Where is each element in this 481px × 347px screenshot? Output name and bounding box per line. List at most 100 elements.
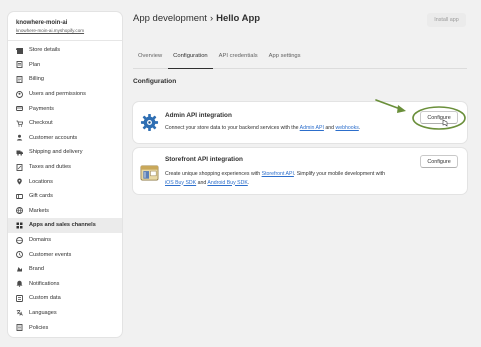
sidebar-item-gift-cards[interactable]: Gift cards: [8, 189, 122, 204]
tab-configuration[interactable]: Configuration: [168, 47, 213, 69]
admin-api-description: Connect your store data to your backend …: [165, 124, 360, 133]
admin-desc-and: and: [323, 125, 336, 131]
storefront-api-card: Storefront API integration Create unique…: [133, 148, 467, 194]
sidebar-item-label: Taxes and duties: [29, 164, 71, 171]
sidebar-item-label: Store details: [29, 47, 61, 54]
sidebar-item-label: Languages: [29, 309, 57, 316]
sidebar-item-label: Brand: [29, 266, 44, 273]
customer-events-icon: [16, 251, 23, 259]
sidebar-item-custom-data[interactable]: Custom data: [8, 291, 122, 306]
sidebar-item-label: Policies: [29, 324, 49, 331]
store-icon: [16, 47, 23, 54]
sidebar-item-apps-and-sales-channels[interactable]: Apps and sales channels: [8, 218, 122, 233]
sidebar-item-taxes-and-duties[interactable]: Taxes and duties: [8, 160, 122, 175]
taxes-icon: [16, 163, 23, 171]
tab-api-credentials[interactable]: API credentials: [214, 47, 263, 69]
sidebar-item-label: Shipping and delivery: [29, 149, 83, 156]
payments-icon: [16, 105, 23, 112]
sidebar-item-label: Gift cards: [29, 193, 53, 200]
android-buy-sdk-link[interactable]: Android Buy SDK: [207, 180, 247, 186]
storefront-desc-text-2: . Simplify your mobile development with: [293, 171, 386, 177]
sidebar-item-label: Locations: [29, 178, 53, 185]
sidebar-item-checkout[interactable]: Checkout: [8, 116, 122, 131]
storefront-desc-period: .: [247, 179, 250, 186]
admin-api-link[interactable]: Admin API: [300, 125, 324, 131]
globe-icon: [16, 207, 23, 215]
page-header: App development › Hello App: [133, 13, 260, 24]
sidebar-item-domains[interactable]: Domains: [8, 233, 122, 248]
storefront-desc-text: Create unique shopping experiences with: [165, 171, 262, 177]
shipping-icon: [16, 149, 23, 156]
sidebar-item-label: Markets: [29, 207, 49, 214]
sidebar-item-plan[interactable]: Plan: [8, 58, 122, 73]
storefront-desc-line-1: Create unique shopping experiences with …: [165, 170, 385, 179]
sidebar-item-label: Plan: [29, 61, 41, 68]
breadcrumb[interactable]: App development: [133, 13, 207, 24]
sidebar-item-label: Custom data: [29, 295, 61, 302]
sidebar-item-label: Domains: [29, 237, 52, 244]
settings-nav: Store details Plan Billing Users and permis…: [8, 41, 122, 335]
sidebar-item-label: Payments: [29, 105, 54, 112]
checkout-icon: [16, 120, 23, 127]
billing-icon: [16, 76, 23, 83]
storefront-api-description: Create unique shopping experiences with …: [165, 170, 385, 187]
ios-buy-sdk-link[interactable]: iOS Buy SDK: [165, 180, 196, 186]
sidebar-item-languages[interactable]: Languages: [8, 306, 122, 321]
store-url[interactable]: knowhere-moin-ai.myshopify.com: [16, 27, 114, 34]
policies-icon: [16, 324, 23, 332]
brand-icon: [16, 266, 23, 273]
sidebar-item-label: Notifications: [29, 280, 60, 287]
admin-desc-text: Connect your store data to your backend …: [165, 125, 300, 131]
tab-overview[interactable]: Overview: [133, 47, 167, 69]
storefront-desc-line-2: iOS Buy SDK and Android Buy SDK.: [165, 179, 385, 188]
page-title: Hello App: [216, 13, 261, 24]
admin-configure-button[interactable]: Configure: [420, 111, 458, 124]
tab-bar: Overview Configuration API credentials A…: [133, 47, 467, 69]
sidebar-item-label: Customer events: [29, 251, 72, 258]
sidebar-item-label: Users and permissions: [29, 91, 86, 98]
storefront-icon: [140, 165, 159, 181]
storefront-api-title: Storefront API integration: [165, 156, 243, 163]
storefront-api-link[interactable]: Storefront API: [262, 171, 294, 177]
admin-api-card: Admin API integration Connect your store…: [133, 102, 467, 143]
storefront-desc-and: and: [196, 179, 208, 186]
bell-icon: [16, 280, 23, 288]
webhooks-link[interactable]: webhooks: [335, 125, 358, 131]
custom-data-icon: [16, 294, 23, 302]
sidebar-item-locations[interactable]: Locations: [8, 174, 122, 189]
gift-card-icon: [16, 193, 23, 200]
store-header[interactable]: knowhere-moin-ai knowhere-moin-ai.myshop…: [8, 12, 122, 41]
admin-api-title: Admin API integration: [165, 112, 232, 119]
apps-icon: [16, 222, 23, 229]
languages-icon: [16, 309, 23, 317]
sidebar-item-policies[interactable]: Policies: [8, 320, 122, 335]
customer-accounts-icon: [16, 134, 23, 141]
store-name: knowhere-moin-ai: [16, 20, 68, 26]
sidebar-item-notifications[interactable]: Notifications: [8, 277, 122, 292]
plan-icon: [16, 61, 23, 69]
breadcrumb-separator: ›: [209, 13, 214, 24]
users-icon: [16, 90, 23, 98]
sidebar-item-users-and-permissions[interactable]: Users and permissions: [8, 87, 122, 102]
sidebar-item-shipping-and-delivery[interactable]: Shipping and delivery: [8, 145, 122, 160]
sidebar-item-label: Checkout: [29, 120, 53, 127]
section-title: Configuration: [133, 78, 177, 85]
sidebar-item-label: Apps and sales channels: [29, 222, 96, 229]
install-app-button[interactable]: Install app: [427, 13, 466, 27]
tab-app-settings[interactable]: App settings: [264, 47, 306, 69]
sidebar-item-label: Billing: [29, 76, 44, 83]
location-icon: [16, 178, 23, 185]
gear-icon: [140, 113, 159, 132]
domains-icon: [16, 236, 23, 244]
storefront-configure-button[interactable]: Configure: [420, 155, 458, 168]
sidebar-item-customer-events[interactable]: Customer events: [8, 247, 122, 262]
sidebar-item-payments[interactable]: Payments: [8, 101, 122, 116]
admin-desc-period: .: [358, 125, 361, 131]
settings-sidebar: knowhere-moin-ai knowhere-moin-ai.myshop…: [8, 12, 122, 337]
sidebar-item-billing[interactable]: Billing: [8, 72, 122, 87]
sidebar-item-brand[interactable]: Brand: [8, 262, 122, 277]
sidebar-item-markets[interactable]: Markets: [8, 204, 122, 219]
sidebar-item-customer-accounts[interactable]: Customer accounts: [8, 131, 122, 146]
sidebar-item-label: Customer accounts: [29, 134, 78, 141]
sidebar-item-store-details[interactable]: Store details: [8, 43, 122, 58]
